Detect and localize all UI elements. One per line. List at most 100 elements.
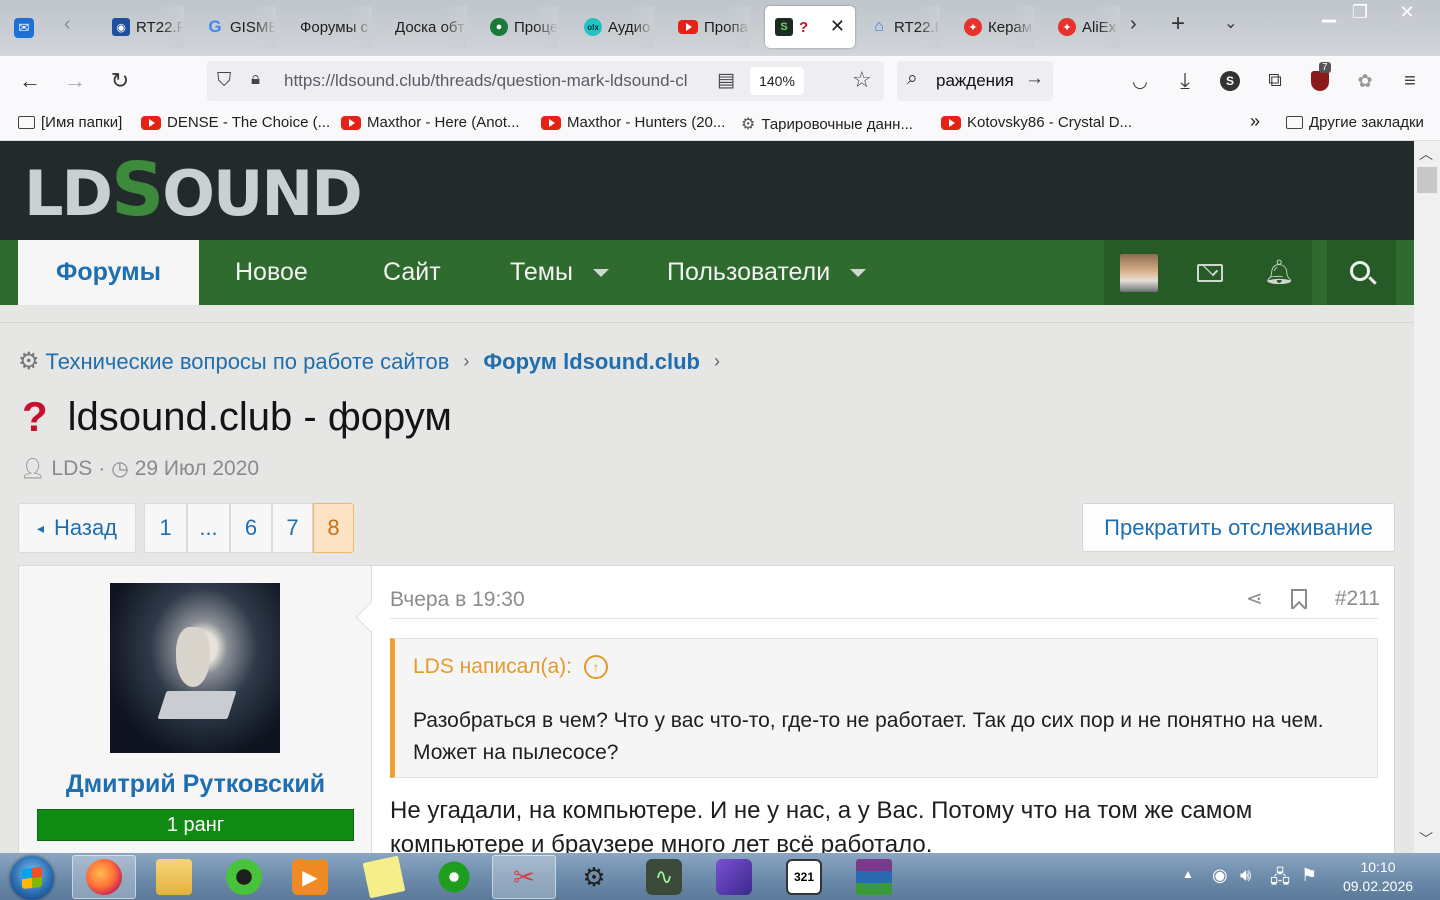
chevron-down-icon[interactable] bbox=[850, 268, 867, 277]
tracking-protection-shield-icon[interactable]: ⛉ bbox=[217, 70, 231, 92]
search-query[interactable]: раждения bbox=[936, 71, 1014, 91]
close-window-icon[interactable]: ✕ bbox=[1392, 0, 1422, 24]
maximize-window-icon[interactable]: ❐ bbox=[1345, 0, 1375, 24]
prev-page-button[interactable]: ◂ Назад bbox=[18, 503, 136, 553]
nav-new[interactable]: Новое bbox=[235, 240, 308, 305]
close-tab-icon[interactable]: ✕ bbox=[830, 16, 845, 37]
post-username[interactable]: Дмитрий Рутковский bbox=[19, 770, 372, 799]
tab-rt22-2[interactable]: ⌂ RT22.F bbox=[870, 6, 940, 48]
network-icon[interactable]: 🖧 bbox=[1270, 865, 1290, 895]
menu-hamburger-icon[interactable]: ≡ bbox=[1395, 66, 1425, 96]
avatar[interactable] bbox=[110, 583, 280, 753]
search-button[interactable] bbox=[1327, 240, 1396, 305]
page-scrollbar[interactable]: ︿ ﹀ bbox=[1414, 141, 1440, 853]
taskbar-app-tools[interactable]: ⚙ bbox=[562, 855, 626, 899]
thread-date[interactable]: 29 Июл 2020 bbox=[135, 457, 259, 481]
tab-aliexpress[interactable]: ✦ AliEx bbox=[1058, 6, 1120, 48]
search-bar[interactable]: ⌕ раждения → bbox=[897, 61, 1053, 101]
user-avatar-button[interactable] bbox=[1104, 240, 1174, 305]
taskbar-app-green[interactable] bbox=[422, 855, 486, 899]
scroll-up-icon[interactable]: ︿ bbox=[1419, 144, 1433, 164]
thread-author[interactable]: LDS bbox=[51, 457, 92, 481]
extensions-icon[interactable]: ⧉ bbox=[1260, 66, 1290, 96]
tab-rt22-1[interactable]: ◉ RT22.F bbox=[112, 6, 184, 48]
url-text[interactable]: https://ldsound.club/threads/question-ma… bbox=[284, 71, 704, 91]
bookmark-item[interactable]: Maxthor - Hunters (20... bbox=[541, 114, 725, 131]
lock-icon[interactable]: 🔒︎ bbox=[251, 69, 260, 89]
taskbar-firefox[interactable] bbox=[72, 855, 136, 899]
show-hidden-icons-icon[interactable]: ▲ bbox=[1182, 867, 1194, 881]
zoom-level-button[interactable]: 140% bbox=[750, 67, 804, 95]
minimize-window-icon[interactable]: ▁ bbox=[1314, 0, 1344, 24]
quote-author[interactable]: LDS написал(а): bbox=[413, 655, 572, 679]
inbox-button[interactable] bbox=[1174, 240, 1246, 305]
mail-icon[interactable]: ✉ bbox=[14, 16, 34, 38]
page-8-current[interactable]: 8 bbox=[313, 503, 354, 553]
other-bookmarks-folder[interactable]: Другие закладки bbox=[1286, 114, 1424, 131]
ldsound-logo[interactable]: LDSOUND bbox=[24, 153, 363, 227]
taskbar-audio-analyzer[interactable]: ∿ bbox=[632, 855, 696, 899]
bookmark-icon[interactable] bbox=[1290, 588, 1307, 615]
taskbar-winrar[interactable] bbox=[842, 855, 906, 899]
downloads-icon[interactable]: ⤓ bbox=[1170, 66, 1200, 96]
tab-process[interactable]: ● Проце bbox=[490, 6, 558, 48]
tabs-scroll-right-icon[interactable]: › bbox=[1130, 14, 1137, 34]
breadcrumb-link[interactable]: Технические вопросы по работе сайтов bbox=[46, 349, 450, 375]
action-center-flag-icon[interactable]: ⚑ bbox=[1301, 865, 1317, 886]
new-tab-icon[interactable]: + bbox=[1171, 12, 1185, 36]
start-button[interactable] bbox=[10, 856, 54, 900]
bookmark-star-icon[interactable]: ☆ bbox=[852, 67, 872, 93]
taskbar-media-player[interactable]: ▶ bbox=[278, 855, 342, 899]
taskbar-notes[interactable] bbox=[352, 855, 416, 899]
address-bar[interactable]: ⛉ 🔒︎ https://ldsound.club/threads/questi… bbox=[207, 61, 884, 101]
tab-forums[interactable]: Форумы с bbox=[300, 6, 372, 48]
bookmark-item[interactable]: Kotovsky86 - Crystal D... bbox=[941, 114, 1132, 131]
reload-icon[interactable]: ↻ bbox=[105, 66, 135, 96]
volume-icon[interactable]: 🔊︎ bbox=[1240, 865, 1251, 886]
page-ellipsis[interactable]: ... bbox=[187, 503, 230, 553]
page-7[interactable]: 7 bbox=[272, 503, 313, 553]
alerts-button[interactable]: 🔔︎ bbox=[1246, 240, 1312, 305]
nav-site[interactable]: Сайт bbox=[383, 240, 441, 305]
taskbar-mpc[interactable]: 321 bbox=[772, 855, 836, 899]
reader-view-icon[interactable]: ▤ bbox=[717, 69, 735, 92]
taskbar-explorer[interactable] bbox=[142, 855, 206, 899]
tabs-scroll-left-icon[interactable]: ‹ bbox=[64, 14, 71, 34]
nav-forums[interactable]: Форумы bbox=[18, 240, 199, 305]
page-6[interactable]: 6 bbox=[230, 503, 272, 553]
list-all-tabs-icon[interactable]: ⌄ bbox=[1224, 16, 1237, 32]
more-bookmarks-chevron-icon[interactable]: » bbox=[1250, 111, 1260, 132]
chevron-down-icon[interactable] bbox=[592, 268, 609, 277]
pocket-icon[interactable]: ◡ bbox=[1125, 66, 1155, 96]
tab-ceramics[interactable]: ✦ Керам bbox=[964, 6, 1034, 48]
taskbar-snipping-tool[interactable]: ✂ bbox=[492, 855, 556, 899]
scrollbar-thumb[interactable] bbox=[1417, 167, 1437, 193]
back-arrow-icon[interactable]: ← bbox=[15, 66, 45, 96]
bookmark-item[interactable]: Maxthor - Here (Anot... bbox=[341, 114, 520, 131]
account-icon[interactable]: S bbox=[1215, 66, 1245, 96]
post-time[interactable]: Вчера в 19:30 bbox=[390, 588, 525, 612]
breadcrumb-link[interactable]: Форум ldsound.club bbox=[483, 349, 700, 375]
quote-header[interactable]: LDS написал(а): ↑ bbox=[413, 655, 608, 679]
tab-board[interactable]: Доска обт bbox=[395, 6, 467, 48]
tab-audio[interactable]: olx Аудио bbox=[584, 6, 654, 48]
system-clock[interactable]: 10:10 09.02.2026 bbox=[1338, 858, 1418, 896]
share-icon[interactable]: ⋖ bbox=[1246, 586, 1263, 611]
tray-app-icon[interactable]: ◉ bbox=[1212, 865, 1228, 886]
taskbar-spider-app[interactable] bbox=[212, 855, 276, 899]
bookmark-item[interactable]: DENSE - The Choice (... bbox=[141, 114, 330, 131]
unwatch-button[interactable]: Прекратить отслеживание bbox=[1082, 503, 1395, 552]
nav-users[interactable]: Пользователи bbox=[667, 240, 867, 305]
taskbar-editor[interactable] bbox=[702, 855, 766, 899]
bookmark-item[interactable]: ⚙ Тарировочные данн... bbox=[741, 114, 913, 134]
tab-ldsound-active[interactable]: S ? ✕ bbox=[765, 6, 855, 48]
tab-propa[interactable]: Пропа bbox=[678, 6, 750, 48]
forward-arrow-icon[interactable]: → bbox=[60, 66, 90, 96]
page-1[interactable]: 1 bbox=[144, 503, 187, 553]
scroll-down-icon[interactable]: ﹀ bbox=[1419, 829, 1433, 849]
extension-puzzle-icon[interactable]: ✿ bbox=[1350, 66, 1380, 96]
arrow-up-circle-icon[interactable]: ↑ bbox=[584, 655, 608, 679]
ublock-icon[interactable]: 7 bbox=[1305, 62, 1335, 96]
nav-themes[interactable]: Темы bbox=[510, 240, 609, 305]
bookmark-folder[interactable]: [Имя папки] bbox=[18, 114, 122, 131]
